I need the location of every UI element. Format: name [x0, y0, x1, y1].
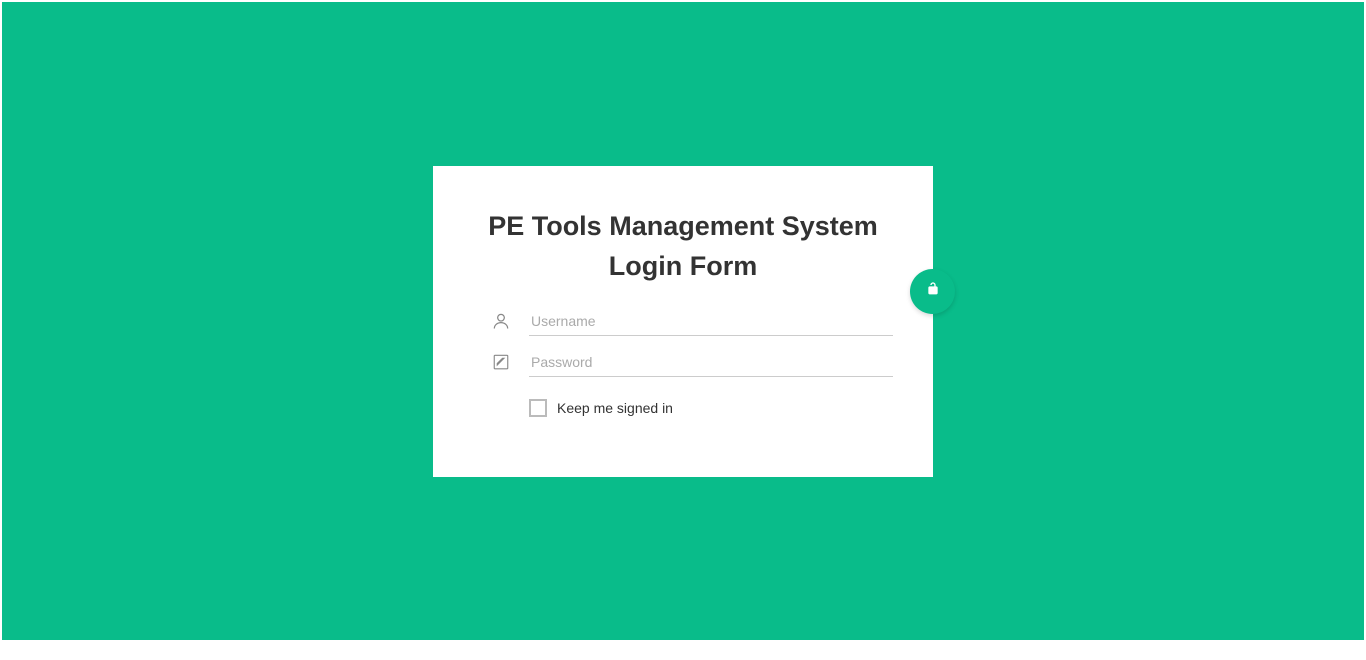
password-input[interactable]	[529, 348, 893, 377]
remember-row: Keep me signed in	[473, 399, 893, 417]
username-row	[473, 307, 893, 336]
remember-checkbox[interactable]	[529, 399, 547, 417]
login-page-background: PE Tools Management System Login Form	[2, 2, 1364, 640]
user-icon	[488, 308, 514, 334]
unlock-icon	[925, 281, 941, 302]
password-row	[473, 348, 893, 377]
login-card: PE Tools Management System Login Form	[433, 166, 933, 477]
login-title-line2: Login Form	[609, 251, 757, 281]
username-input[interactable]	[529, 307, 893, 336]
login-title-line1: PE Tools Management System	[488, 211, 878, 241]
submit-button[interactable]	[910, 269, 955, 314]
edit-icon	[488, 349, 514, 375]
remember-label: Keep me signed in	[557, 400, 673, 416]
login-title: PE Tools Management System Login Form	[473, 206, 893, 287]
